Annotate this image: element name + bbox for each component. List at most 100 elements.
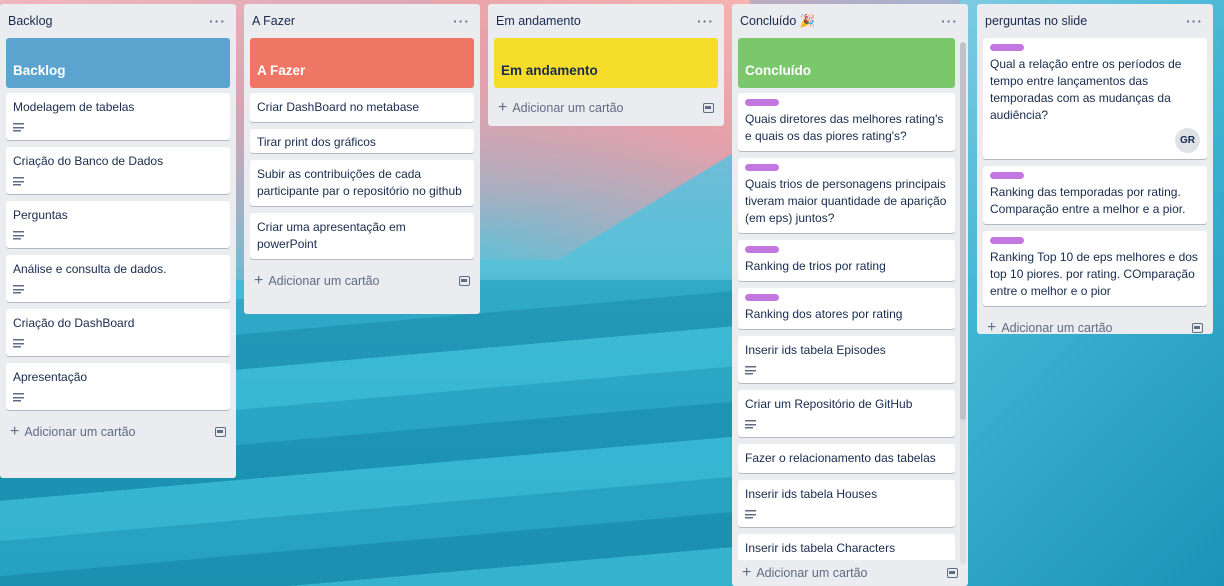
description-icon xyxy=(13,123,24,132)
list-title[interactable]: perguntas no slide xyxy=(985,14,1087,28)
list-header[interactable]: A Fazer ··· xyxy=(250,4,474,38)
card[interactable]: Modelagem de tabelas xyxy=(6,93,230,140)
add-card-button[interactable]: + Adicionar um cartão xyxy=(987,319,1113,337)
cover-card[interactable]: Concluído xyxy=(738,38,955,88)
card[interactable]: Tirar print dos gráficos xyxy=(250,129,474,153)
description-icon xyxy=(13,285,24,294)
card-template-icon[interactable] xyxy=(1192,323,1203,333)
card[interactable]: Inserir ids tabela Characters xyxy=(738,534,955,560)
list-a-fazer: A Fazer ··· A Fazer Criar DashBoard no m… xyxy=(244,4,480,314)
card-title: Apresentação xyxy=(13,370,88,384)
card-title: Quais trios de personagens principais ti… xyxy=(745,177,947,225)
cover-card[interactable]: Em andamento xyxy=(494,38,718,88)
add-card-button[interactable]: + Adicionar um cartão xyxy=(10,423,136,441)
card-title: Inserir ids tabela Houses xyxy=(745,487,878,501)
list-title[interactable]: Backlog xyxy=(8,14,52,28)
card[interactable]: Ranking das temporadas por rating. Compa… xyxy=(983,166,1207,224)
card[interactable]: Apresentação xyxy=(6,363,230,410)
list-title[interactable]: A Fazer xyxy=(252,14,295,28)
card[interactable]: Análise e consulta de dados. xyxy=(6,255,230,302)
description-icon xyxy=(745,510,756,519)
card-template-icon[interactable] xyxy=(459,276,470,286)
party-emoji-icon: 🎉 xyxy=(799,13,816,28)
list-menu-icon[interactable]: ··· xyxy=(453,13,470,29)
card-title: Criar uma apresentação em powerPoint xyxy=(257,220,406,251)
cover-card-title: Backlog xyxy=(13,63,66,78)
description-icon xyxy=(13,231,24,240)
list-menu-icon[interactable]: ··· xyxy=(941,13,958,29)
card-template-icon[interactable] xyxy=(703,103,714,113)
card-label xyxy=(745,99,779,106)
card-title: Ranking das temporadas por rating. Compa… xyxy=(990,185,1186,216)
list-menu-icon[interactable]: ··· xyxy=(1186,13,1203,29)
card[interactable]: Ranking dos atores por rating xyxy=(738,288,955,329)
scrollbar-thumb[interactable] xyxy=(960,42,966,420)
add-card-row: + Adicionar um cartão xyxy=(250,266,474,296)
cover-card-title: A Fazer xyxy=(257,63,306,78)
card-title: Criar um Repositório de GitHub xyxy=(745,397,913,411)
card[interactable]: Ranking de trios por rating xyxy=(738,240,955,281)
cover-card[interactable]: A Fazer xyxy=(250,38,474,88)
card[interactable]: Criação do DashBoard xyxy=(6,309,230,356)
card[interactable]: Criação do Banco de Dados xyxy=(6,147,230,194)
card-members: GR xyxy=(990,128,1200,153)
card[interactable]: Qual a relação entre os períodos de temp… xyxy=(983,38,1207,159)
card[interactable]: Inserir ids tabela Episodes xyxy=(738,336,955,383)
card-label xyxy=(990,237,1024,244)
card-title: Qual a relação entre os períodos de temp… xyxy=(990,57,1182,122)
member-avatar[interactable]: GR xyxy=(1175,128,1200,153)
card-title: Ranking de trios por rating xyxy=(745,259,886,273)
add-card-button[interactable]: + Adicionar um cartão xyxy=(254,272,380,290)
add-card-button[interactable]: + Adicionar um cartão xyxy=(742,564,868,582)
list-header[interactable]: Concluído 🎉 ··· xyxy=(738,4,962,38)
description-icon xyxy=(745,420,756,429)
card[interactable]: Ranking Top 10 de eps melhores e dos top… xyxy=(983,231,1207,306)
list-scrollbar[interactable] xyxy=(960,42,966,564)
list-menu-icon[interactable]: ··· xyxy=(209,13,226,29)
card-label xyxy=(990,172,1024,179)
add-card-row: + Adicionar um cartão xyxy=(494,93,718,123)
list-title[interactable]: Em andamento xyxy=(496,14,581,28)
card-title: Ranking dos atores por rating xyxy=(745,307,903,321)
list-menu-icon[interactable]: ··· xyxy=(697,13,714,29)
card[interactable]: Subir as contribuições de cada participa… xyxy=(250,160,474,206)
card[interactable]: Quais diretores das melhores rating's e … xyxy=(738,93,955,151)
list-header[interactable]: Backlog ··· xyxy=(6,4,230,38)
card[interactable]: Perguntas xyxy=(6,201,230,248)
card-label xyxy=(745,246,779,253)
card-title: Inserir ids tabela Episodes xyxy=(745,343,886,357)
card-title: Fazer o relacionamento das tabelas xyxy=(745,451,936,465)
card-template-icon[interactable] xyxy=(947,568,958,578)
card-title: Análise e consulta de dados. xyxy=(13,262,167,276)
list-cards-area: Concluído Quais diretores das melhores r… xyxy=(738,38,955,560)
card-label xyxy=(745,164,779,171)
card[interactable]: Criar um Repositório de GitHub xyxy=(738,390,955,437)
list-header[interactable]: perguntas no slide ··· xyxy=(983,4,1207,38)
card[interactable]: Criar DashBoard no metabase xyxy=(250,93,474,122)
list-title[interactable]: Concluído 🎉 xyxy=(740,14,815,29)
card-title: Inserir ids tabela Characters xyxy=(745,541,896,555)
cover-card[interactable]: Backlog xyxy=(6,38,230,88)
card-label xyxy=(745,294,779,301)
list-header[interactable]: Em andamento ··· xyxy=(494,4,718,38)
plus-icon: + xyxy=(742,564,752,581)
card-template-icon[interactable] xyxy=(215,427,226,437)
card-title: Quais diretores das melhores rating's e … xyxy=(745,112,944,143)
plus-icon: + xyxy=(987,319,997,336)
card[interactable]: Criar uma apresentação em powerPoint xyxy=(250,213,474,259)
card-title: Tirar print dos gráficos xyxy=(257,135,376,149)
card[interactable]: Inserir ids tabela Houses xyxy=(738,480,955,527)
plus-icon: + xyxy=(10,423,20,440)
cover-card-title: Concluído xyxy=(745,63,811,78)
card-title: Criar DashBoard no metabase xyxy=(257,100,420,114)
card-title: Modelagem de tabelas xyxy=(13,100,135,114)
card-title: Subir as contribuições de cada participa… xyxy=(257,167,462,198)
add-card-button[interactable]: + Adicionar um cartão xyxy=(498,99,624,117)
plus-icon: + xyxy=(254,272,264,289)
card[interactable]: Fazer o relacionamento das tabelas xyxy=(738,444,955,473)
description-icon xyxy=(13,393,24,402)
list-concluido: Concluído 🎉 ··· Concluído Quais diretore… xyxy=(732,4,968,586)
card-title: Criação do DashBoard xyxy=(13,316,135,330)
description-icon xyxy=(745,366,756,375)
card[interactable]: Quais trios de personagens principais ti… xyxy=(738,158,955,233)
